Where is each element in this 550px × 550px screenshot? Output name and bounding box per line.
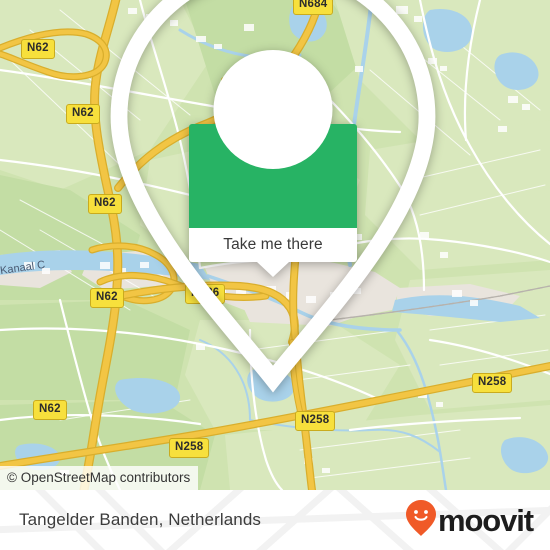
popup-pointer xyxy=(257,262,289,277)
moovit-logo[interactable]: moovit xyxy=(405,490,534,550)
destination-popup-card[interactable]: Take me there xyxy=(110,0,436,393)
take-me-there-label: Take me there xyxy=(223,236,323,253)
moovit-map-screenshot: .farm { fill:#d9e8bd; } .forest{ fill:#c… xyxy=(0,0,550,550)
moovit-wordmark: moovit xyxy=(437,502,534,538)
popup-header xyxy=(110,0,436,393)
road-shield: N258 xyxy=(169,438,210,458)
moovit-smiley-pin-icon xyxy=(405,499,437,542)
map-canvas[interactable]: .farm { fill:#d9e8bd; } .forest{ fill:#c… xyxy=(0,0,550,490)
location-pin-icon xyxy=(0,0,548,421)
osm-attribution[interactable]: © OpenStreetMap contributors xyxy=(0,466,199,490)
footer-bar: Tangelder Banden, Netherlands moovit xyxy=(0,490,550,550)
place-title: Tangelder Banden, Netherlands xyxy=(19,510,262,529)
